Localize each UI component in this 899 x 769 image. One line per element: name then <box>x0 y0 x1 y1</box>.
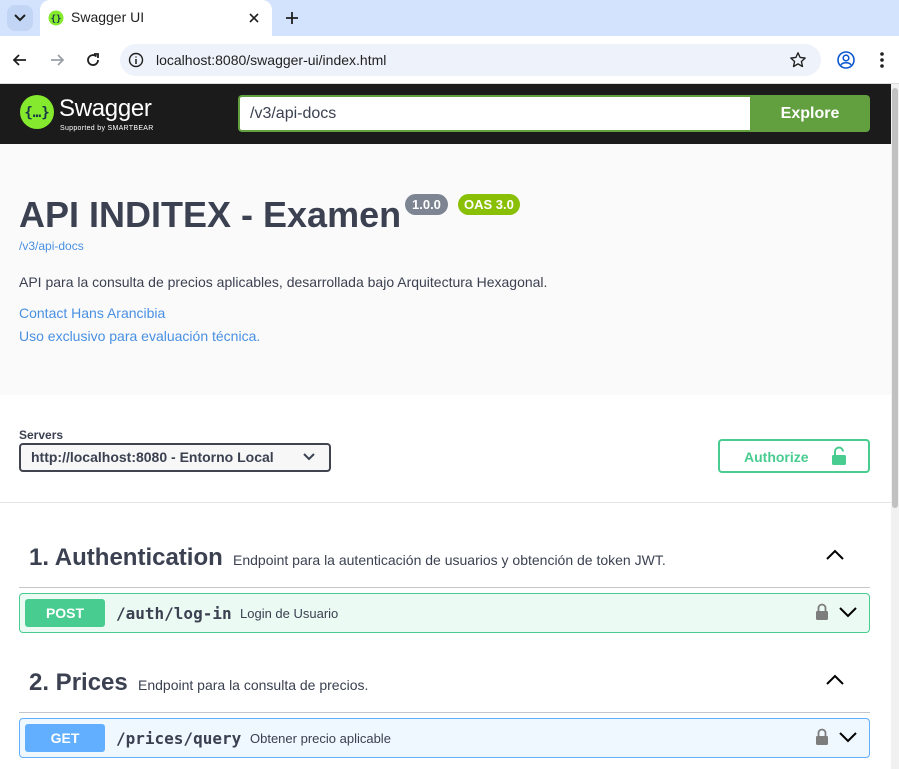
operation-post-auth-login[interactable]: POST /auth/log-in Login de Usuario <box>19 593 870 633</box>
scrollbar-thumb[interactable] <box>892 88 898 508</box>
api-info-section: API INDITEX - Examen 1.0.0 OAS 3.0 /v3/a… <box>0 144 891 395</box>
page-scrollbar[interactable] <box>891 84 899 769</box>
operation-get-prices-query[interactable]: GET /prices/query Obtener precio aplicab… <box>19 718 870 758</box>
servers-label: Servers <box>19 428 64 442</box>
authorize-button[interactable]: Authorize <box>718 439 870 473</box>
tab-search-button[interactable] <box>7 5 33 31</box>
version-badge: 1.0.0 <box>405 194 448 215</box>
unlocked-icon <box>832 446 846 465</box>
operation-summary: Login de Usuario <box>240 606 339 621</box>
tag-description: Endpoint para la autenticación de usuari… <box>233 552 666 568</box>
lock-icon[interactable] <box>815 728 829 746</box>
back-arrow-icon[interactable] <box>10 50 30 70</box>
tag-title: 1. Authentication <box>29 544 223 571</box>
servers-selected-value: http://localhost:8080 - Entorno Local <box>31 449 274 465</box>
browser-tab[interactable]: {} Swagger UI <box>40 0 272 36</box>
forward-arrow-icon[interactable] <box>47 50 67 70</box>
authorize-label: Authorize <box>744 449 809 465</box>
method-badge: POST <box>25 599 105 627</box>
logo-subtitle: Supported by SMARTBEAR <box>60 125 154 132</box>
svg-text:{…}: {…} <box>24 105 49 121</box>
oas-badge: OAS 3.0 <box>458 194 520 215</box>
swagger-logo-icon: {…} <box>20 95 54 129</box>
operation-summary: Obtener precio aplicable <box>250 731 391 746</box>
chevron-down-icon[interactable] <box>839 606 857 618</box>
swagger-topbar: {…} Swagger Supported by SMARTBEAR /v3/a… <box>0 84 891 144</box>
operation-path: /auth/log-in <box>116 604 232 623</box>
chevron-down-icon[interactable] <box>839 731 857 743</box>
spec-url-input[interactable]: /v3/api-docs <box>238 95 750 132</box>
chevron-up-icon[interactable] <box>826 549 844 561</box>
more-vertical-icon[interactable] <box>874 50 890 70</box>
browser-tab-bar: {} Swagger UI <box>0 0 899 36</box>
servers-select[interactable]: http://localhost:8080 - Entorno Local <box>19 443 331 472</box>
url-text: localhost:8080/swagger-ui/index.html <box>156 52 387 68</box>
api-description: API para la consulta de precios aplicabl… <box>19 274 548 290</box>
logo-wordmark: Swagger <box>59 95 152 122</box>
license-link[interactable]: Uso exclusivo para evaluación técnica. <box>19 328 260 344</box>
tag-prices[interactable]: 2. Prices Endpoint para la consulta de p… <box>19 646 870 713</box>
swagger-logo[interactable]: {…} Swagger Supported by SMARTBEAR <box>19 94 153 135</box>
scheme-container: Servers http://localhost:8080 - Entorno … <box>0 395 891 503</box>
tag-authentication[interactable]: 1. Authentication Endpoint para la auten… <box>19 521 870 588</box>
operation-path: /prices/query <box>116 729 242 748</box>
site-info-icon[interactable] <box>128 52 144 68</box>
tag-description: Endpoint para la consulta de precios. <box>138 677 369 693</box>
tab-title: Swagger UI <box>71 9 145 25</box>
new-tab-plus-icon[interactable] <box>282 8 302 28</box>
address-bar[interactable]: localhost:8080/swagger-ui/index.html <box>120 44 821 76</box>
tag-title: 2. Prices <box>29 669 128 696</box>
contact-link[interactable]: Contact Hans Arancibia <box>19 305 165 321</box>
swagger-favicon-icon: {} <box>48 10 64 26</box>
explore-button[interactable]: Explore <box>750 95 870 132</box>
api-title: API INDITEX - Examen <box>19 194 402 235</box>
chevron-down-icon <box>14 14 26 22</box>
bookmark-star-icon[interactable] <box>789 51 807 69</box>
close-icon[interactable] <box>246 10 262 26</box>
browser-toolbar: localhost:8080/swagger-ui/index.html <box>0 36 899 84</box>
chevron-up-icon[interactable] <box>826 674 844 686</box>
lock-icon[interactable] <box>815 603 829 621</box>
profile-icon[interactable] <box>836 50 856 70</box>
spec-link[interactable]: /v3/api-docs <box>19 239 84 253</box>
svg-text:{}: {} <box>51 15 62 25</box>
chevron-down-icon <box>303 453 315 461</box>
method-badge: GET <box>25 724 105 752</box>
reload-icon[interactable] <box>83 50 103 70</box>
